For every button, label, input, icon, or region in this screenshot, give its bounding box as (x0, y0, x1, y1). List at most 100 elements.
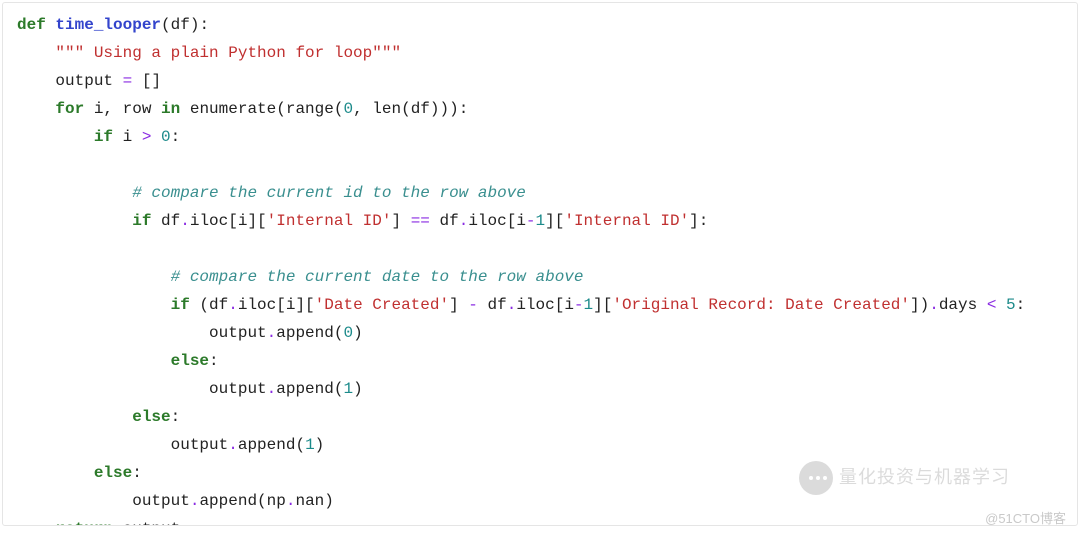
code-token: df (151, 212, 180, 230)
code-token: # compare the current id to the row abov… (132, 184, 526, 202)
code-token: output (132, 492, 190, 510)
code-token: i, row (84, 100, 161, 118)
code-line: output.append(np.nan) (17, 492, 334, 510)
code-token: = (123, 72, 133, 90)
code-line: if df.iloc[i]['Internal ID'] == df.iloc[… (17, 212, 708, 230)
code-token: output (209, 380, 267, 398)
code-token: ]: (689, 212, 708, 230)
code-block: def time_looper(df): """ Using a plain P… (2, 2, 1078, 526)
code-token: enumerate(range( (180, 100, 343, 118)
code-token: . (180, 212, 190, 230)
code-token: < (987, 296, 997, 314)
code-token: """ Using a plain Python for loop""" (55, 44, 401, 62)
code-token: if (171, 296, 190, 314)
code-line: # compare the current id to the row abov… (17, 184, 526, 202)
code-token: 1 (305, 436, 315, 454)
code-token: 'Date Created' (315, 296, 449, 314)
code-token: . (267, 324, 277, 342)
code-line: output.append(1) (17, 380, 363, 398)
code-token: 5 (1006, 296, 1016, 314)
code-token: if (132, 212, 151, 230)
code-token: else (171, 352, 209, 370)
code-line: if (df.iloc[i]['Date Created'] - df.iloc… (17, 296, 1025, 314)
code-token: iloc[i (468, 212, 526, 230)
code-token: 0 (343, 324, 353, 342)
code-token: output (55, 72, 122, 90)
code-token: nan) (295, 492, 333, 510)
code-token: ) (353, 324, 363, 342)
code-token: i (113, 128, 142, 146)
code-token: if (94, 128, 113, 146)
code-token: iloc[i][ (190, 212, 267, 230)
code-token: else (94, 464, 132, 482)
code-line: """ Using a plain Python for loop""" (17, 44, 401, 62)
code-token: 'Internal ID' (267, 212, 392, 230)
code-token: 1 (584, 296, 594, 314)
code-token: time_looper (55, 16, 161, 34)
code-token: iloc[i][ (238, 296, 315, 314)
code-line: def time_looper(df): (17, 16, 209, 34)
code-token: == (411, 212, 430, 230)
code-token: ) (315, 436, 325, 454)
code-token: ] (449, 296, 468, 314)
code-token: df (430, 212, 459, 230)
code-token: , len(df))): (353, 100, 468, 118)
code-token: (df): (161, 16, 209, 34)
code-token: - (574, 296, 584, 314)
site-watermark: @51CTO博客 (985, 508, 1066, 531)
code-line: else: (17, 352, 219, 370)
code-token: 0 (161, 128, 171, 146)
code-line: output.append(0) (17, 324, 363, 342)
code-token: . (228, 296, 238, 314)
code-token: append( (276, 324, 343, 342)
code-token: append(np (199, 492, 285, 510)
code-token: . (459, 212, 469, 230)
code-token: output (113, 520, 180, 526)
code-token: > (142, 128, 152, 146)
code-token: - (526, 212, 536, 230)
code-token: 1 (536, 212, 546, 230)
code-token: append( (276, 380, 343, 398)
code-token: 'Internal ID' (564, 212, 689, 230)
code-token: for (55, 100, 84, 118)
code-token: ]) (910, 296, 929, 314)
code-token (151, 128, 161, 146)
code-token: . (190, 492, 200, 510)
code-token: append( (238, 436, 305, 454)
code-token: df (478, 296, 507, 314)
code-token: . (507, 296, 517, 314)
code-token: in (161, 100, 180, 118)
code-token: 0 (343, 100, 353, 118)
code-token: 'Original Record: Date Created' (612, 296, 910, 314)
code-token: : (132, 464, 142, 482)
code-line: if i > 0: (17, 128, 180, 146)
code-token: (df (190, 296, 228, 314)
code-token: # compare the current date to the row ab… (171, 268, 584, 286)
code-token: - (468, 296, 478, 314)
code-token: return (55, 520, 113, 526)
code-token: ] (391, 212, 410, 230)
code-token: : (209, 352, 219, 370)
code-content: def time_looper(df): """ Using a plain P… (17, 11, 1063, 526)
code-token (996, 296, 1006, 314)
code-token: days (939, 296, 987, 314)
code-token: . (267, 380, 277, 398)
code-token: . (228, 436, 238, 454)
code-token: : (171, 408, 181, 426)
code-token: . (929, 296, 939, 314)
code-line: else: (17, 408, 180, 426)
code-line: for i, row in enumerate(range(0, len(df)… (17, 100, 468, 118)
code-token: ][ (593, 296, 612, 314)
code-token: def (17, 16, 55, 34)
code-line: output = [] (17, 72, 161, 90)
code-line: output.append(1) (17, 436, 324, 454)
code-line: # compare the current date to the row ab… (17, 268, 584, 286)
code-token: [] (132, 72, 161, 90)
code-line: else: (17, 464, 142, 482)
code-token: : (1016, 296, 1026, 314)
code-token: 1 (343, 380, 353, 398)
code-token: else (132, 408, 170, 426)
code-token: output (171, 436, 229, 454)
code-line: return output (17, 520, 180, 526)
code-token: iloc[i (516, 296, 574, 314)
